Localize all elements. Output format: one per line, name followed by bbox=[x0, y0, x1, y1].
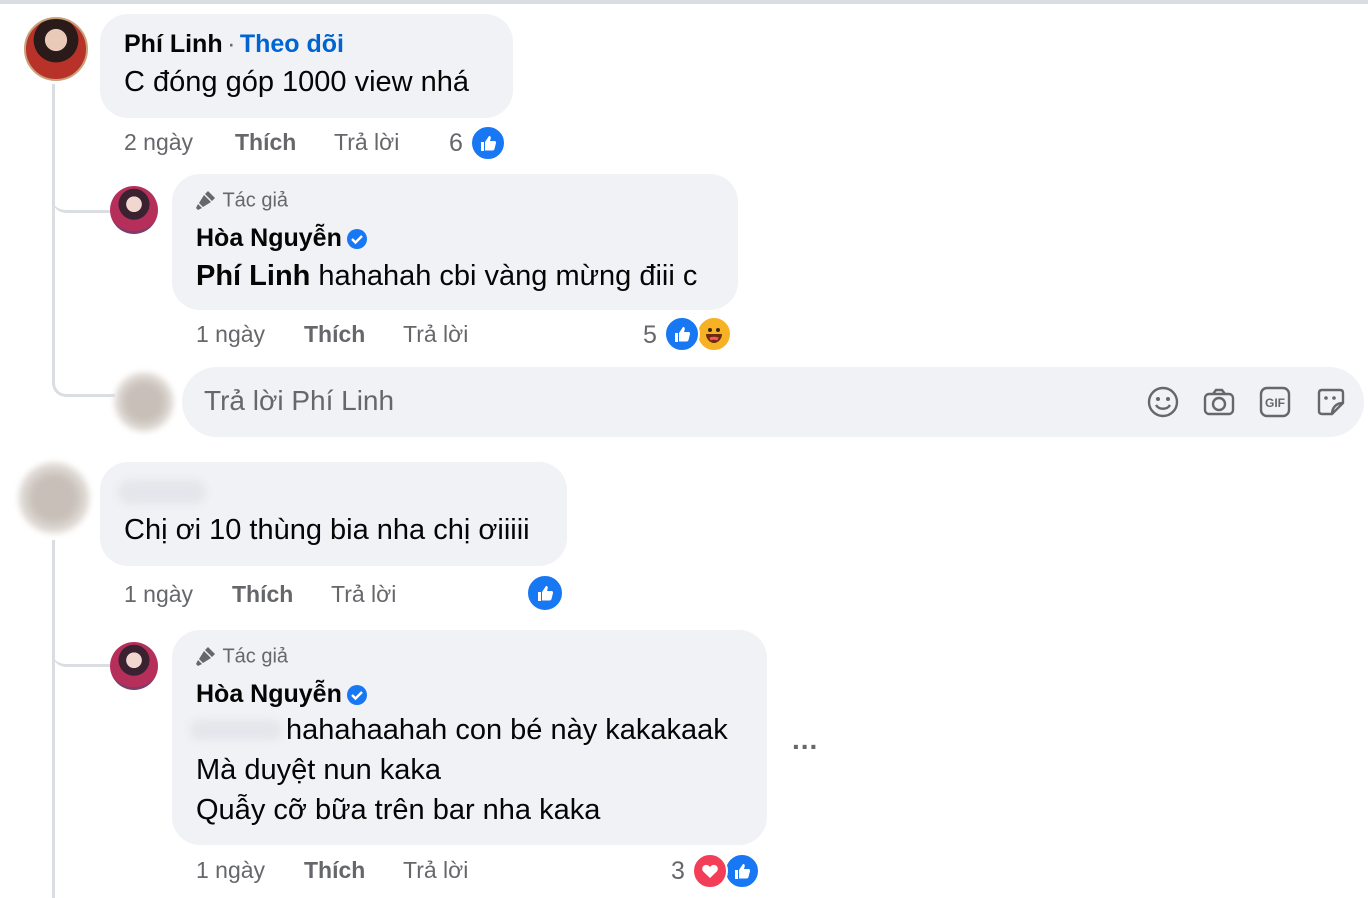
separator-dot: · bbox=[227, 30, 236, 58]
reply-author[interactable]: Hòa Nguyễn bbox=[196, 224, 342, 252]
like-button[interactable]: Thích bbox=[232, 581, 293, 608]
avatar bbox=[114, 372, 174, 432]
avatar[interactable] bbox=[24, 17, 88, 81]
thread-connector bbox=[52, 340, 115, 397]
thread-connector bbox=[52, 160, 110, 213]
reaction-count[interactable]: 6 bbox=[449, 129, 463, 158]
reply-button[interactable]: Trả lời bbox=[403, 321, 468, 348]
microphone-icon bbox=[194, 644, 218, 673]
reply-text-line: Mà duyệt nun kaka bbox=[196, 754, 442, 786]
comment-bubble: Chị ơi 10 thùng bia nha chị ơiiiii bbox=[100, 462, 567, 566]
reply-text: hahahah cbi vàng mừng điii c bbox=[310, 260, 698, 292]
reply-text-line: Quẫy cỡ bữa trên bar nha kaka bbox=[196, 794, 601, 826]
reply-bubble: Tác giả Hòa Nguyễn hahahaahah con bé này… bbox=[172, 630, 767, 845]
comment-time[interactable]: 1 ngày bbox=[124, 581, 193, 608]
comment-bubble: Phí Linh · Theo dõi C đóng góp 1000 view… bbox=[100, 14, 513, 118]
blurred-mention bbox=[190, 720, 282, 740]
verified-badge-icon bbox=[346, 684, 368, 711]
haha-reaction-icon[interactable] bbox=[696, 316, 732, 352]
reply-input[interactable]: Trả lời Phí Linh GIF bbox=[182, 367, 1364, 437]
thread-line bbox=[52, 84, 55, 374]
reply-time[interactable]: 1 ngày bbox=[196, 321, 265, 348]
reply-button[interactable]: Trả lời bbox=[331, 581, 396, 608]
verified-badge-icon bbox=[346, 228, 368, 255]
like-button[interactable]: Thích bbox=[304, 321, 365, 348]
reaction-count[interactable]: 3 bbox=[671, 857, 685, 886]
like-reaction-icon[interactable] bbox=[470, 125, 506, 161]
like-reaction-icon[interactable] bbox=[724, 853, 760, 889]
like-button[interactable]: Thích bbox=[304, 857, 365, 884]
like-reaction-icon[interactable] bbox=[526, 574, 564, 612]
reply-time[interactable]: 1 ngày bbox=[196, 857, 265, 884]
svg-text:GIF: GIF bbox=[1265, 396, 1285, 410]
reply-bubble: Tác giả Hòa Nguyễn Phí Linh hahahah cbi … bbox=[172, 174, 738, 310]
heart-reaction-icon[interactable] bbox=[692, 853, 728, 889]
top-divider bbox=[0, 0, 1368, 4]
reaction-count[interactable]: 5 bbox=[643, 321, 657, 350]
like-button[interactable]: Thích bbox=[235, 129, 296, 156]
camera-icon[interactable] bbox=[1202, 385, 1236, 419]
gif-icon[interactable]: GIF bbox=[1258, 385, 1292, 419]
reply-text-line: hahahaahah con bé này kakakaak bbox=[286, 714, 728, 746]
reply-placeholder: Trả lời Phí Linh bbox=[204, 385, 395, 416]
like-reaction-icon[interactable] bbox=[664, 316, 700, 352]
reply-button[interactable]: Trả lời bbox=[403, 857, 468, 884]
comment-text: Chị ơi 10 thùng bia nha chị ơiiiii bbox=[124, 514, 530, 546]
blurred-author-name bbox=[118, 480, 206, 504]
thread-connector bbox=[52, 620, 110, 667]
reply-button[interactable]: Trả lời bbox=[334, 129, 399, 156]
microphone-icon bbox=[194, 188, 218, 217]
sticker-icon[interactable] bbox=[1314, 385, 1348, 419]
more-options-button[interactable]: ... bbox=[792, 724, 818, 756]
comment-time[interactable]: 2 ngày bbox=[124, 129, 193, 156]
follow-link[interactable]: Theo dõi bbox=[240, 30, 344, 58]
mention-link[interactable]: Phí Linh bbox=[196, 260, 310, 292]
author-tag: Tác giả bbox=[222, 645, 289, 668]
avatar[interactable] bbox=[110, 642, 158, 690]
comment-text: C đóng góp 1000 view nhá bbox=[124, 66, 470, 98]
avatar bbox=[18, 462, 90, 534]
author-tag: Tác giả bbox=[222, 189, 289, 212]
reply-author[interactable]: Hòa Nguyễn bbox=[196, 680, 342, 708]
comment-author[interactable]: Phí Linh bbox=[124, 30, 223, 58]
thread-line bbox=[52, 540, 55, 898]
smile-icon[interactable] bbox=[1146, 385, 1180, 419]
avatar[interactable] bbox=[110, 186, 158, 234]
